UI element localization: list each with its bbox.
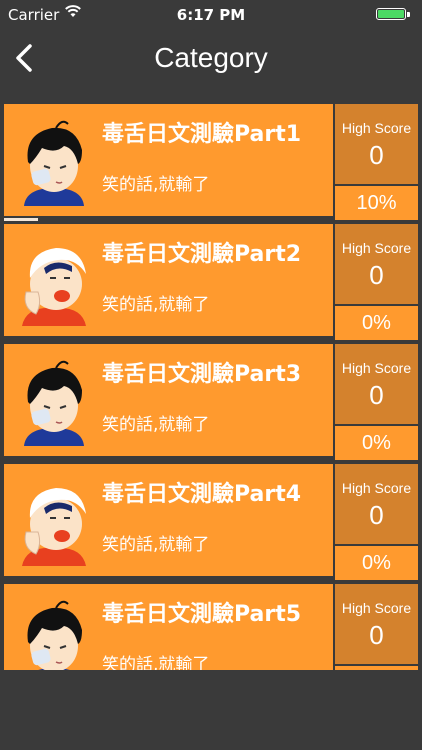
status-bar: Carrier 6:17 PM [0,0,422,30]
high-score-value: 0 [369,260,384,290]
category-row-4[interactable]: 毒舌日文測驗Part4 笑的話,就輸了 High Score 0 0% [4,464,418,580]
nav-bar: Category [0,30,422,90]
category-subtitle: 笑的話,就輸了 [102,175,210,195]
laughing-boy-avatar [22,248,86,326]
page-title: Category [154,42,268,73]
high-score-label: High Score [341,480,412,496]
laughing-boy-avatar [22,488,86,566]
category-row-5[interactable]: 毒舌日文測驗Part5 笑的話,就輸了 High Score 0 [4,584,418,670]
category-card[interactable]: 毒舌日文測驗Part1 笑的話,就輸了 [4,104,333,216]
category-subtitle: 笑的話,就輸了 [102,415,210,435]
category-title: 毒舌日文測驗Part5 [102,602,302,627]
category-subtitle: 笑的話,就輸了 [102,655,210,670]
percent-box: 0% [335,426,418,460]
category-title: 毒舌日文測驗Part4 [102,482,302,507]
category-title: 毒舌日文測驗Part1 [102,122,302,147]
battery-icon [376,8,410,20]
category-title: 毒舌日文測驗Part2 [102,242,302,267]
percent-box: 0% [335,546,418,580]
category-card[interactable]: 毒舌日文測驗Part5 笑的話,就輸了 [4,584,333,670]
high-score-value: 0 [369,380,384,410]
category-title: 毒舌日文測驗Part3 [102,362,302,387]
high-score-value: 0 [369,620,384,650]
bandaged-boy-avatar [24,120,84,206]
percent-box [335,666,418,670]
clock: 6:17 PM [176,6,246,24]
category-card[interactable]: 毒舌日文測驗Part4 笑的話,就輸了 [4,464,333,576]
bandaged-boy-avatar [27,600,82,670]
high-score-box: High Score 0 [335,224,418,304]
category-card[interactable]: 毒舌日文測驗Part2 笑的話,就輸了 [4,224,333,336]
high-score-box: High Score 0 [335,344,418,424]
high-score-box: High Score 0 [335,584,418,664]
category-row-1[interactable]: 毒舌日文測驗Part1 笑的話,就輸了 High Score 0 10% [4,104,418,221]
progress-bar [4,218,38,221]
percent-value: 10% [356,192,397,214]
high-score-value: 0 [369,500,384,530]
percent-value: 0% [362,552,391,574]
high-score-value: 0 [369,140,384,170]
category-row-3[interactable]: 毒舌日文測驗Part3 笑的話,就輸了 High Score 0 0% [4,344,418,460]
percent-value: 0% [362,312,391,334]
category-subtitle: 笑的話,就輸了 [102,295,210,315]
high-score-box: High Score 0 [335,464,418,544]
high-score-label: High Score [341,120,412,136]
category-row-2[interactable]: 毒舌日文測驗Part2 笑的話,就輸了 High Score 0 0% [4,224,418,340]
high-score-label: High Score [341,240,412,256]
high-score-label: High Score [341,360,412,376]
category-card[interactable]: 毒舌日文測驗Part3 笑的話,就輸了 [4,344,333,456]
percent-box: 0% [335,306,418,340]
category-list[interactable]: 毒舌日文測驗Part1 笑的話,就輸了 High Score 0 10% 毒舌日… [4,104,418,670]
percent-value: 0% [362,432,391,454]
high-score-label: High Score [341,600,412,616]
percent-box: 10% [335,186,418,220]
bandaged-boy-avatar [24,360,84,446]
category-subtitle: 笑的話,就輸了 [102,535,210,555]
high-score-box: High Score 0 [335,104,418,184]
